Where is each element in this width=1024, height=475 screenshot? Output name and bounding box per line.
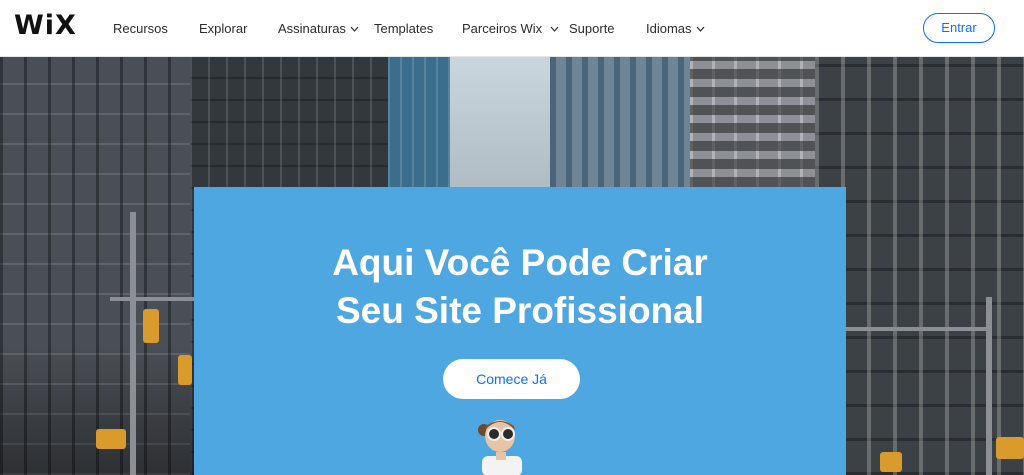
nav-item-parceiros-wix[interactable]: Parceiros Wix [462,21,559,36]
nav-item-explorar[interactable]: Explorar [199,21,247,36]
nav-item-assinaturas[interactable]: Assinaturas [278,21,359,36]
traffic-light-left [143,309,159,343]
wix-logo[interactable]: WiX [14,10,77,41]
chevron-down-icon [350,26,359,32]
nav-item-label: Suporte [569,21,615,36]
get-started-button[interactable]: Comece Já [443,359,580,399]
nav-item-recursos[interactable]: Recursos [113,21,168,36]
street-shadow [0,347,195,475]
hero-headline: Aqui Você Pode Criar Seu Site Profission… [194,239,846,335]
nav-item-label: Assinaturas [278,21,346,36]
street-pole-arm-right [846,327,991,331]
headline-line-1: Aqui Você Pode Criar [332,242,708,283]
nav-item-label: Templates [374,21,434,36]
nav-item-label: Parceiros Wix [462,21,543,36]
chevron-down-icon [696,26,704,32]
chevron-down-icon [550,26,559,32]
nav-item-label: Recursos [113,21,168,36]
street-pole-right [986,297,992,475]
nav-item-label: Idiomas [646,21,692,36]
traffic-light-right [996,437,1024,459]
hero-card: Aqui Você Pode Criar Seu Site Profission… [194,187,846,475]
nav-item-idiomas[interactable]: Idiomas [646,21,705,36]
street-pole-arm-left [110,297,194,301]
nav-item-suporte[interactable]: Suporte [569,21,615,36]
nav-item-templates[interactable]: Templates [374,21,433,36]
login-button[interactable]: Entrar [923,13,995,43]
headline-line-2: Seu Site Profissional [335,290,705,331]
street-pole-left [130,212,136,475]
traffic-light-right-2 [880,452,902,472]
traffic-light-left-2 [178,355,192,385]
top-navigation-bar: WiX Recursos Explorar Assinaturas Templa… [0,0,1024,57]
building-right [815,57,1024,475]
traffic-light-left-3 [96,429,126,449]
nav-item-label: Explorar [199,21,248,36]
woman-with-sunglasses-image [478,420,522,475]
